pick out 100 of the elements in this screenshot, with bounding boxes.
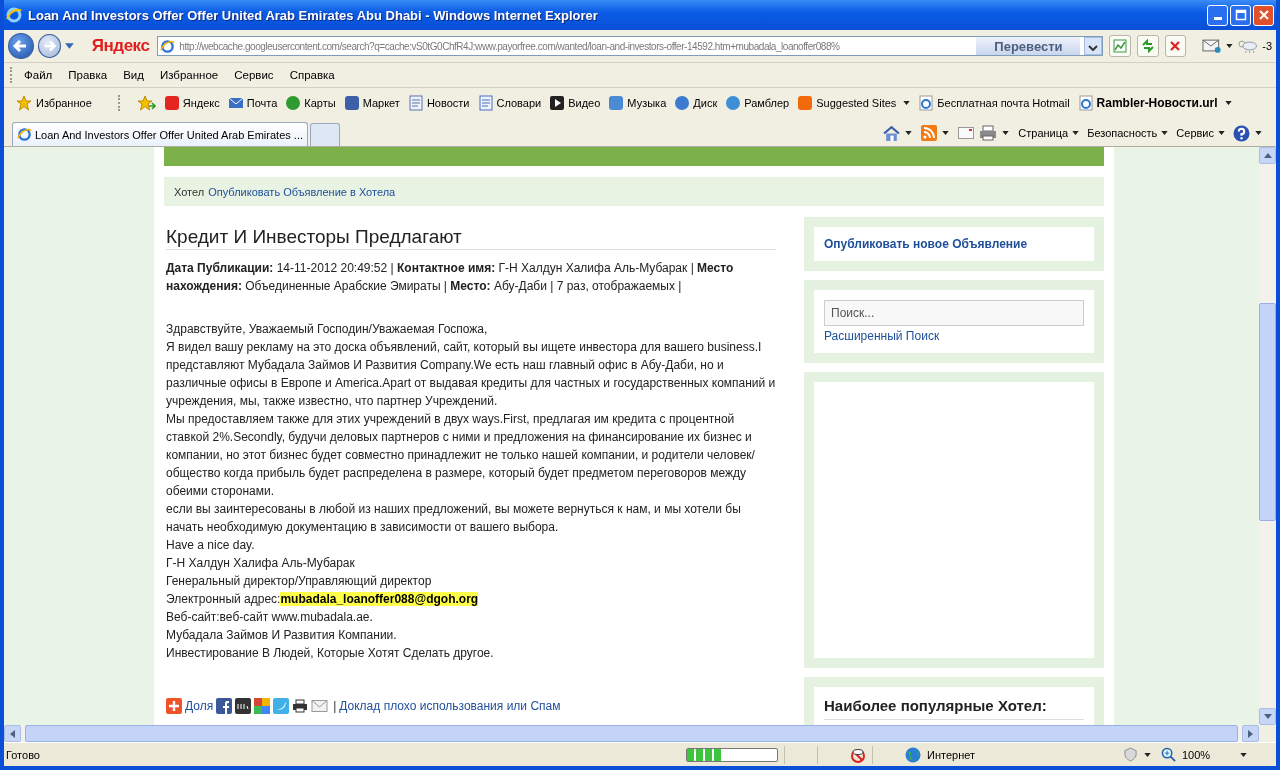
caret-icon bbox=[1072, 131, 1080, 135]
article-title: Кредит И Инвесторы Предлагают bbox=[166, 217, 776, 250]
menu-item[interactable]: Правка bbox=[68, 69, 108, 81]
minimize-button[interactable] bbox=[1207, 4, 1228, 26]
caret-left-icon bbox=[10, 729, 15, 738]
caret-icon[interactable] bbox=[905, 131, 913, 135]
advanced-search-link[interactable]: Расширенный Поиск bbox=[824, 329, 1084, 343]
command-menu[interactable]: Сервис bbox=[1176, 127, 1225, 139]
caret-icon bbox=[1218, 131, 1225, 135]
report-link[interactable]: Доклад плохо использования или Спам bbox=[339, 699, 561, 713]
browser-tab[interactable]: Loan And Investors Offer Offer United Arab Emirates ... bbox=[12, 122, 308, 146]
chevron-down-icon bbox=[1088, 44, 1099, 51]
menu-item[interactable]: Сервис bbox=[234, 69, 274, 81]
refresh-icon bbox=[1140, 39, 1155, 53]
command-menu[interactable]: Безопасность bbox=[1087, 127, 1169, 139]
plus-icon[interactable] bbox=[166, 698, 182, 714]
post-ad-link[interactable]: Опубликовать Объявление в Хотела bbox=[208, 185, 396, 198]
help-icon[interactable] bbox=[1233, 124, 1250, 142]
body-paragraph: Мы предоставляем также для этих учреждений в двух ways.First, предлагая им кредита с процентной ставкой 2%.Secondly, будучи деловых партнеров с ними и предложения на финансирование их бизнес и компании, но этот бизнес будет совместно принадлежит не только нашей компании, и родители человек/общество когда прибыль будет распределена в размере, который будет предметом переговоров между обеими сторонами. bbox=[166, 411, 756, 500]
close-icon bbox=[1257, 9, 1270, 21]
dropdown-caret-icon[interactable] bbox=[1225, 44, 1233, 48]
envelope-icon bbox=[227, 95, 244, 111]
caret-icon bbox=[903, 101, 911, 105]
body-paragraph: Инвестирование В Людей, Которые Хотят Сделать другое. bbox=[166, 645, 495, 662]
zoom-icon[interactable] bbox=[1161, 747, 1176, 762]
home-icon[interactable] bbox=[883, 124, 901, 142]
menu-item[interactable]: Справка bbox=[289, 69, 335, 81]
stop-button[interactable] bbox=[1164, 35, 1187, 57]
favorites-link[interactable]: Диск bbox=[674, 95, 718, 111]
refresh-button[interactable] bbox=[1137, 35, 1159, 57]
vertical-scrollbar[interactable] bbox=[1259, 147, 1276, 725]
shield-icon[interactable] bbox=[1123, 747, 1138, 762]
ie-icon bbox=[160, 38, 176, 54]
back-button[interactable] bbox=[8, 33, 34, 59]
favorites-link[interactable]: Карты bbox=[285, 95, 336, 111]
email-link[interactable]: mubadala_loanoffer088@dgoh.org bbox=[280, 592, 479, 606]
favorites-link[interactable]: Rambler-Новости.url bbox=[1077, 95, 1232, 111]
email-label: Электронный адрес: bbox=[166, 592, 281, 606]
minimize-icon bbox=[1213, 17, 1222, 20]
body-paragraph: Have a nice day. bbox=[166, 537, 256, 554]
translate-button[interactable]: Перевести bbox=[976, 37, 1081, 55]
square-icon[interactable] bbox=[235, 698, 252, 714]
caret-up-icon bbox=[1263, 153, 1272, 158]
horizontal-scrollbar[interactable] bbox=[4, 725, 1276, 742]
chart-icon bbox=[1113, 39, 1128, 53]
body-paragraph: Генеральный директор/Управляющий директор bbox=[166, 573, 433, 590]
zone-text: Интернет bbox=[927, 748, 976, 761]
address-field[interactable]: http://webcache.googleusercontent.com/search?q=cache:vS0tG0ChfR4J:www.payorfree.com/wanted/loan-and-investors-offer-14592.htm+mubadala_loanoffer088% Перевести bbox=[157, 36, 1104, 56]
favorites-link[interactable]: Музыка bbox=[608, 95, 667, 111]
close-button[interactable] bbox=[1253, 4, 1274, 26]
caret-icon[interactable] bbox=[1240, 752, 1247, 757]
forward-button[interactable] bbox=[37, 34, 62, 58]
caret-down-icon bbox=[1263, 714, 1272, 719]
breadcrumb-text: Хотел bbox=[174, 185, 205, 198]
favorites-link[interactable]: Маркет bbox=[343, 95, 400, 111]
popular-heading: Наиболее популярные Хотел: bbox=[824, 697, 1084, 720]
favorites-link[interactable]: Рамблер bbox=[725, 95, 790, 111]
menu-item[interactable]: Файл bbox=[24, 69, 53, 81]
close-icon bbox=[1168, 39, 1183, 53]
caret-right-icon bbox=[1248, 729, 1253, 738]
maximize-button[interactable] bbox=[1230, 4, 1251, 26]
menu-item[interactable]: Вид bbox=[123, 69, 144, 81]
ie-icon bbox=[918, 95, 935, 111]
body-paragraph: Г-Н Халдун Халифа Аль-Мубарак bbox=[166, 555, 356, 572]
caret-icon bbox=[1224, 101, 1232, 105]
envelope-icon[interactable] bbox=[1202, 39, 1222, 53]
cloud-icon bbox=[1236, 38, 1259, 54]
caret-icon[interactable] bbox=[1255, 131, 1262, 135]
search-field[interactable]: Поиск... bbox=[824, 300, 1084, 326]
maximize-icon bbox=[1234, 9, 1247, 21]
status-text: Готово bbox=[6, 748, 41, 761]
star-add-icon[interactable] bbox=[137, 95, 156, 111]
separator-text: | bbox=[333, 699, 337, 713]
caret-icon[interactable] bbox=[1144, 752, 1151, 757]
caret-icon[interactable] bbox=[1002, 131, 1010, 135]
favorites-link[interactable]: Яндекс bbox=[163, 95, 220, 111]
command-menu[interactable]: Страница bbox=[1018, 127, 1080, 139]
caret-icon[interactable] bbox=[942, 131, 950, 135]
favorites-link[interactable]: Новости bbox=[407, 95, 470, 111]
star-icon bbox=[16, 95, 32, 111]
favorites-link[interactable]: Видео bbox=[549, 95, 601, 111]
favorites-link[interactable]: Suggested Sites bbox=[797, 95, 911, 111]
facebook-icon[interactable] bbox=[216, 698, 233, 714]
favorites-link[interactable]: Бесплатная почта Hotmail bbox=[918, 95, 1070, 111]
ie-icon bbox=[1077, 95, 1094, 111]
zoom-level[interactable]: 100% bbox=[1182, 748, 1234, 761]
compatibility-button[interactable] bbox=[1109, 35, 1132, 57]
favorites-link[interactable]: Словари bbox=[477, 95, 542, 111]
printer-icon[interactable] bbox=[292, 698, 309, 714]
google-plus-icon[interactable] bbox=[254, 698, 271, 714]
ie-icon bbox=[17, 127, 32, 142]
favorites-button[interactable]: Избранное bbox=[12, 95, 96, 111]
body-paragraph: Веб-сайт:веб-сайт www.mubadala.ae. bbox=[166, 609, 374, 626]
share-link[interactable]: Доля bbox=[185, 699, 214, 713]
menu-item[interactable]: Избранное bbox=[159, 69, 219, 81]
favorites-link[interactable]: Почта bbox=[227, 95, 278, 111]
envelope-icon[interactable] bbox=[958, 127, 975, 139]
window-title: Loan And Investors Offer Offer United Arab Emirates Abu Dhabi - Windows Internet Explorer bbox=[28, 7, 599, 23]
address-dropdown-button[interactable] bbox=[1084, 37, 1103, 55]
privacy-icon[interactable] bbox=[850, 746, 866, 763]
